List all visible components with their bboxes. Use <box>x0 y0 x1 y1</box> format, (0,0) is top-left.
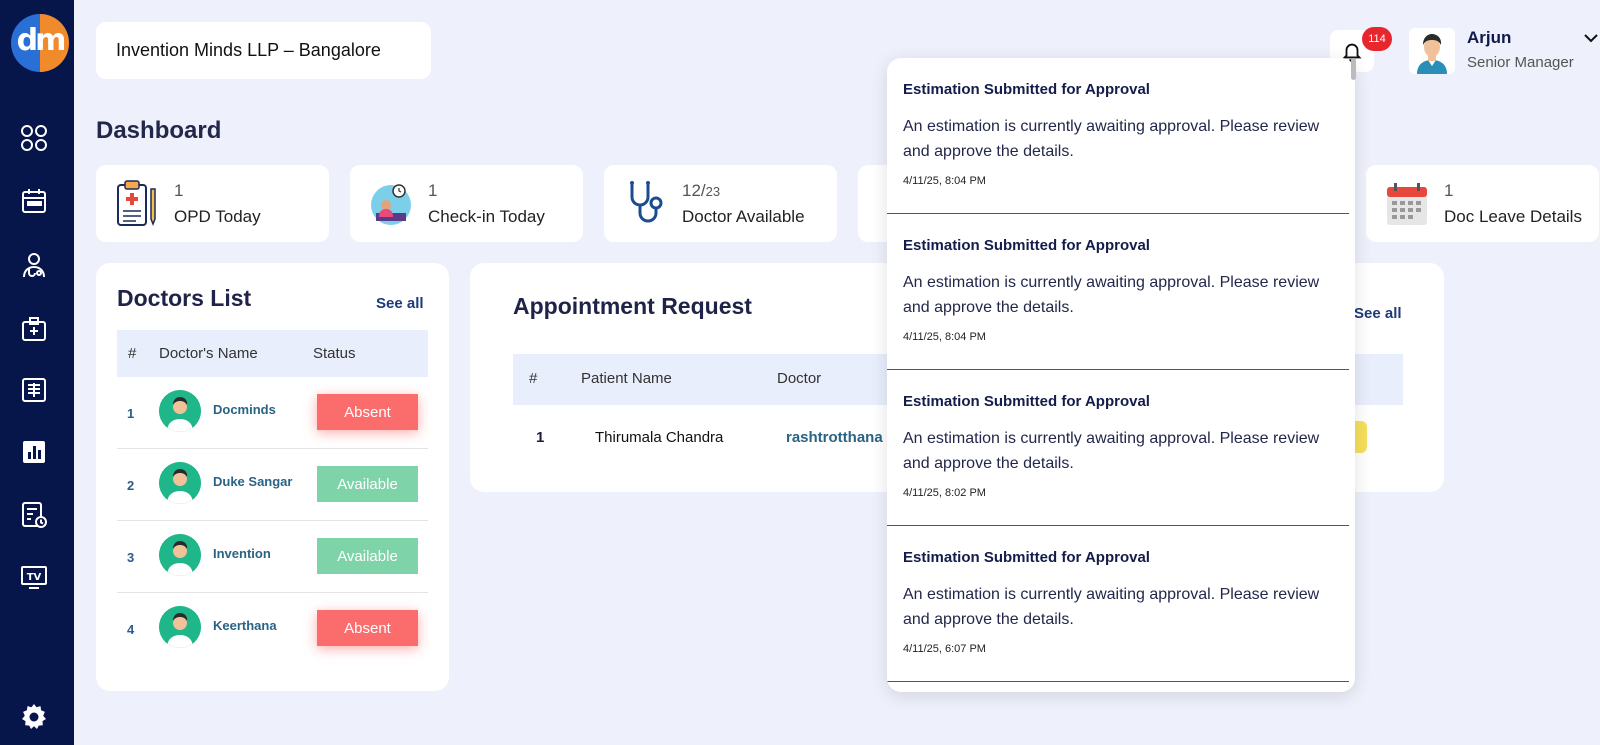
bar-chart-icon[interactable] <box>17 435 51 469</box>
notification-item[interactable]: Estimation Submitted for Approval An est… <box>887 214 1349 370</box>
status-badge[interactable]: Absent <box>317 610 418 646</box>
notification-body: An estimation is currently awaiting appr… <box>903 118 1320 160</box>
doctor-avatar <box>159 462 201 504</box>
stat-value: 1 <box>428 181 438 200</box>
doctor-name[interactable]: Docminds <box>213 402 276 417</box>
doctors-table-header: # Doctor's Name Status <box>117 330 428 377</box>
doctor-avatar <box>159 606 201 648</box>
stethoscope-icon <box>630 181 663 223</box>
notification-body: An estimation is currently awaiting appr… <box>903 586 1320 628</box>
notification-item[interactable]: Estimation Submitted for Approval An est… <box>887 526 1349 682</box>
checkin-icon <box>371 184 411 225</box>
doctor-name[interactable]: Keerthana <box>213 618 277 633</box>
clipboard-icon <box>117 180 156 227</box>
organization-name: Invention Minds LLP – Bangalore <box>116 40 381 60</box>
avatar[interactable] <box>1409 28 1455 74</box>
row-index: 1 <box>536 429 545 446</box>
doctor-icon[interactable] <box>17 248 51 282</box>
status-badge[interactable]: Absent <box>317 394 418 430</box>
stat-label: Doc Leave Details <box>1444 207 1582 226</box>
notification-date: 4/11/25, 6:07 PM <box>903 643 986 655</box>
table-row[interactable]: 1 Docminds Absent <box>117 377 428 449</box>
column-header: Patient Name <box>581 370 672 387</box>
row-index: 3 <box>127 550 135 565</box>
stat-card-opd[interactable]: 1 OPD Today <box>96 165 329 242</box>
chevron-down-icon[interactable] <box>1583 30 1599 46</box>
calendar-leave-icon <box>1387 183 1427 225</box>
notification-count-badge: 114 <box>1362 27 1392 51</box>
xray-icon[interactable] <box>17 373 51 407</box>
row-index: 1 <box>127 406 135 421</box>
notification-date: 4/11/25, 8:02 PM <box>903 487 986 499</box>
notification-item[interactable]: Estimation Submitted for Approval An est… <box>887 370 1349 526</box>
notification-title: Estimation Submitted for Approval <box>903 549 1150 566</box>
notification-dropdown[interactable]: Estimation Submitted for Approval An est… <box>887 58 1355 692</box>
doctors-see-all-link[interactable]: See all <box>376 295 424 312</box>
settings-icon[interactable] <box>17 700 51 734</box>
doctor-avatar <box>159 390 201 432</box>
appointment-request-title: Appointment Request <box>513 293 752 319</box>
doctors-list-title: Doctors List <box>117 285 252 311</box>
stat-value: 12/23 <box>682 181 721 200</box>
table-row[interactable]: 2 Duke Sangar Available <box>117 449 428 521</box>
column-header: Doctor <box>777 370 822 387</box>
doctor-avatar <box>159 534 201 576</box>
dashboard-icon[interactable] <box>17 121 51 155</box>
table-row[interactable]: 4 Keerthana Absent <box>117 593 428 665</box>
status-badge[interactable]: Available <box>317 466 418 502</box>
notification-date: 4/11/25, 8:04 PM <box>903 175 986 187</box>
stat-label: OPD Today <box>174 207 261 226</box>
tv-icon[interactable]: TV <box>17 560 51 594</box>
notification-date: 4/11/25, 8:04 PM <box>903 331 986 343</box>
column-header: Status <box>313 345 356 362</box>
page-title: Dashboard <box>96 117 222 144</box>
calendar-icon[interactable] <box>17 184 51 218</box>
doctor-name[interactable]: rashtrotthana <box>786 429 883 446</box>
stat-card-doctor-available[interactable]: 12/23 Doctor Available <box>604 165 837 242</box>
table-row[interactable]: 3 Invention Available <box>117 521 428 593</box>
column-header: Doctor's Name <box>159 345 258 362</box>
notification-title: Estimation Submitted for Approval <box>903 81 1150 98</box>
billing-icon[interactable] <box>17 498 51 532</box>
stat-card-doc-leave[interactable]: 1 Doc Leave Details <box>1366 165 1599 242</box>
svg-text:TV: TV <box>27 572 42 583</box>
column-header: # <box>529 370 538 387</box>
stat-label: Doctor Available <box>682 207 805 226</box>
notification-item[interactable]: Estimation Submitted for Approval An est… <box>887 58 1349 214</box>
status-badge[interactable]: Available <box>317 538 418 574</box>
notification-scrollbar[interactable] <box>1351 58 1356 80</box>
stat-label: Check-in Today <box>428 207 545 226</box>
id-card-icon[interactable] <box>17 312 51 346</box>
notification-title: Estimation Submitted for Approval <box>903 393 1150 410</box>
doctors-list-card: Doctors List See all # Doctor's Name Sta… <box>96 263 449 691</box>
organization-selector[interactable]: Invention Minds LLP – Bangalore <box>96 22 431 79</box>
row-index: 4 <box>127 622 135 637</box>
app-logo[interactable]: dm <box>11 14 69 72</box>
stat-value: 1 <box>1444 181 1454 200</box>
notification-body: An estimation is currently awaiting appr… <box>903 430 1320 472</box>
logo-text: dm <box>16 23 67 58</box>
notification-body: An estimation is currently awaiting appr… <box>903 274 1320 316</box>
patient-name: Thirumala Chandra <box>595 429 724 446</box>
user-name: Arjun <box>1467 28 1512 47</box>
column-header: # <box>128 345 137 362</box>
appointments-see-all-link[interactable]: See all <box>1354 305 1402 322</box>
row-index: 2 <box>127 478 135 493</box>
doctor-name[interactable]: Invention <box>213 546 271 561</box>
notification-title: Estimation Submitted for Approval <box>903 237 1150 254</box>
user-role: Senior Manager <box>1467 54 1574 71</box>
stat-value: 1 <box>174 181 184 200</box>
doctor-name[interactable]: Duke Sangar <box>213 474 292 489</box>
stat-card-checkin[interactable]: 1 Check-in Today <box>350 165 583 242</box>
sidebar: dm TV <box>0 0 74 745</box>
